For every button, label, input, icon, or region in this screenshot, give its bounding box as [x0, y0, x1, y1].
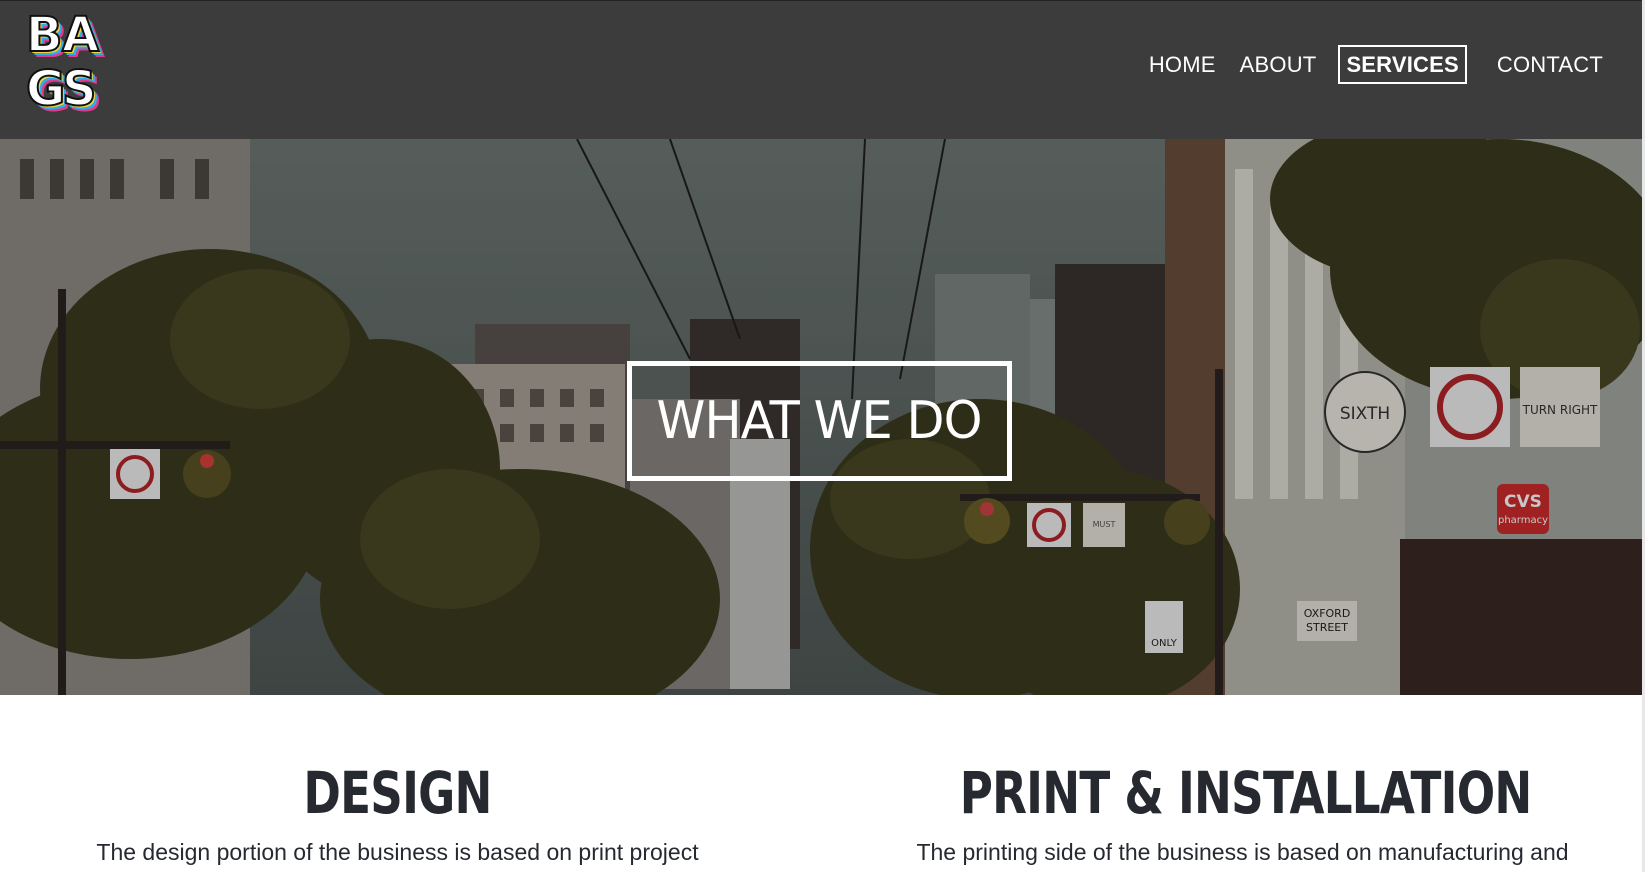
service-print-installation: PRINT & INSTALLATION The printing side o… — [880, 695, 1605, 866]
nav-home[interactable]: HOME — [1141, 46, 1224, 83]
hero-title-frame: WHAT WE DO — [627, 361, 1012, 481]
service-print-heading: PRINT & INSTALLATION — [959, 759, 1532, 827]
services-section: DESIGN The design portion of the busines… — [0, 695, 1645, 872]
nav-about[interactable]: ABOUT — [1232, 46, 1325, 83]
service-design-heading: DESIGN — [303, 759, 492, 827]
service-design: DESIGN The design portion of the busines… — [40, 695, 755, 866]
logo-letter-b: B — [26, 9, 63, 63]
logo-letter-g: G — [26, 61, 65, 117]
nav-contact[interactable]: CONTACT — [1489, 46, 1611, 83]
hero-banner: MUST SIXTH TURN RIGHT CVS pharmacy ONLY … — [0, 139, 1645, 695]
bags-logo[interactable]: B B B B A A A A G G G G S S S S — [25, 6, 106, 123]
hero-title: WHAT WE DO — [656, 391, 983, 451]
nav-services[interactable]: SERVICES — [1338, 45, 1467, 84]
service-design-text: The design portion of the business is ba… — [96, 839, 699, 865]
main-nav: HOME ABOUT SERVICES CONTACT — [1133, 45, 1611, 84]
logo-letter-s: S — [62, 61, 97, 117]
logo-graphic: B B B B A A A A G G G G S S S S — [25, 6, 105, 123]
service-print-text: The printing side of the business is bas… — [916, 839, 1569, 865]
site-header: B B B B A A A A G G G G S S S S HOME ABO… — [0, 0, 1645, 139]
logo-letter-a: A — [62, 9, 99, 63]
